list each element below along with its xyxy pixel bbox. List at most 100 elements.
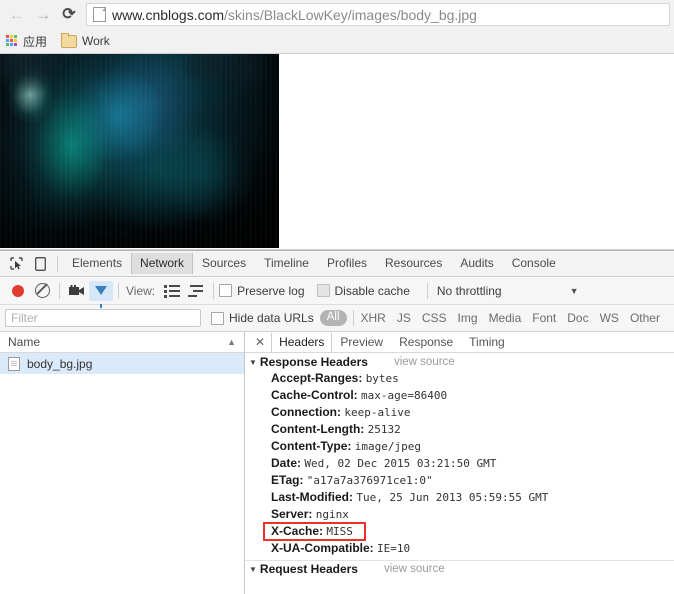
header-name: Connection: [271,405,345,419]
browser-window: ← → ⟳ www.cnblogs.com/skins/BlackLowKey/… [0,0,674,594]
hide-data-urls-group[interactable]: Hide data URLs [211,311,314,325]
bookmark-apps[interactable]: 应用 [6,33,47,50]
request-view-source-link[interactable]: view source [384,563,445,575]
header-name: Content-Length: [271,422,368,436]
type-filter-doc[interactable]: Doc [567,311,588,325]
address-bar[interactable]: www.cnblogs.com/skins/BlackLowKey/images… [86,3,670,26]
view-label: View: [126,283,156,298]
camera-icon [69,285,84,295]
tab-resources[interactable]: Resources [376,253,451,274]
throttling-select-value[interactable]: No throttling [437,284,502,298]
bookmark-work[interactable]: Work [61,32,110,48]
toolbar-divider-3 [118,282,119,299]
type-filter-ws[interactable]: WS [600,311,619,325]
header-row-content-type: Content-Type: image/jpeg [245,438,674,455]
bookmarks-bar: 应用 Work [0,29,674,54]
detail-tab-timing[interactable]: Timing [461,333,513,352]
headers-content: ▼ Response Headers view source Accept-Ra… [245,353,674,594]
phone-glyph [34,256,46,271]
record-button[interactable] [6,280,30,302]
header-row-x-cache: X-Cache: MISS [245,522,674,541]
tab-console[interactable]: Console [503,253,565,274]
request-headers-title: Request Headers [259,562,358,576]
detail-tab-preview[interactable]: Preview [332,333,391,352]
header-name: Content-Type: [271,439,355,453]
type-filter-xhr[interactable]: XHR [361,311,386,325]
header-name: Cache-Control: [271,388,361,402]
detail-tab-headers[interactable]: Headers [271,332,333,352]
filter-toggle-button[interactable] [89,280,113,308]
header-value: bytes [365,372,399,385]
preserve-log-checkbox[interactable] [219,284,233,297]
view-waterfall-button[interactable] [184,280,208,302]
tab-timeline[interactable]: Timeline [255,253,318,274]
header-row-date: Date: Wed, 02 Dec 2015 03:21:50 GMT [245,455,674,472]
body-bg-image [0,54,279,248]
record-dot-icon [12,284,24,297]
hide-data-urls-checkbox[interactable] [211,311,224,325]
url-text: www.cnblogs.com/skins/BlackLowKey/images… [112,8,477,22]
detail-tab-response[interactable]: Response [391,333,461,352]
type-filter-js[interactable]: JS [397,311,411,325]
reload-button[interactable]: ⟳ [56,2,82,28]
inspect-element-icon[interactable] [4,253,28,275]
type-filter-img[interactable]: Img [458,311,478,325]
page-viewport [0,54,674,250]
request-name: body_bg.jpg [27,356,93,371]
type-filter-css[interactable]: CSS [422,311,447,325]
header-name: ETag: [271,473,307,487]
network-list-header[interactable]: Name ▲ [0,332,244,353]
devtools-tabstrip: Elements Network Sources Timeline Profil… [0,251,674,277]
response-headers-section-header[interactable]: ▼ Response Headers view source [245,354,674,370]
chevron-down-icon[interactable]: ▼ [570,286,579,296]
triangle-down-icon: ▼ [249,564,257,574]
funnel-icon [95,286,107,308]
header-name: Last-Modified: [271,490,357,504]
type-filter-all[interactable]: All [319,310,347,326]
detail-tabstrip: ✕ Headers Preview Response Timing [245,332,674,353]
tab-network[interactable]: Network [131,253,194,274]
network-request-list: Name ▲ body_bg.jpg [0,332,245,594]
header-value: MISS [326,525,353,538]
header-row-cache-control: Cache-Control: max-age=86400 [245,387,674,404]
hide-data-urls-label: Hide data URLs [229,311,314,325]
view-list-button[interactable] [160,280,184,302]
capture-screenshots-button[interactable] [65,280,89,302]
type-filter-font[interactable]: Font [532,311,556,325]
close-icon[interactable]: ✕ [249,335,271,349]
page-document-icon [93,7,106,22]
forward-button[interactable]: → [30,2,56,28]
response-view-source-link[interactable]: view source [394,356,455,368]
column-header-name: Name [8,335,41,349]
toolbar-divider [57,255,58,272]
header-value: nginx [315,508,349,521]
folder-icon [61,32,78,48]
table-row[interactable]: body_bg.jpg [0,353,244,374]
toolbar-divider-2 [59,282,60,299]
type-filter-media[interactable]: Media [489,311,522,325]
header-row-x-ua-compatible: X-UA-Compatible: IE=10 [245,540,674,557]
filter-input[interactable] [5,309,201,327]
preserve-log-checkbox-group[interactable]: Preserve log [219,284,305,298]
request-headers-section-header[interactable]: ▼ Request Headers view source [245,560,674,577]
toolbar-divider-5 [426,282,428,299]
browser-toolbar: ← → ⟳ www.cnblogs.com/skins/BlackLowKey/… [0,0,674,29]
disable-cache-checkbox[interactable] [316,284,330,297]
tab-audits[interactable]: Audits [451,253,502,274]
header-row-connection: Connection: keep-alive [245,404,674,421]
tab-sources[interactable]: Sources [193,253,255,274]
disable-cache-checkbox-group[interactable]: Disable cache [316,284,410,298]
header-name: X-UA-Compatible: [271,541,377,555]
back-button[interactable]: ← [4,2,30,28]
waterfall-view-icon [188,284,204,297]
type-filter-other[interactable]: Other [630,311,660,325]
response-headers-title: Response Headers [259,355,368,369]
tab-profiles[interactable]: Profiles [318,253,376,274]
request-detail-pane: ✕ Headers Preview Response Timing ▼ Resp… [245,332,674,594]
tab-elements[interactable]: Elements [63,253,131,274]
device-toolbar-icon[interactable] [28,253,52,275]
triangle-down-icon: ▼ [249,357,257,367]
sort-ascending-icon: ▲ [227,337,236,347]
clear-button[interactable] [30,280,54,302]
header-row-content-length: Content-Length: 25132 [245,421,674,438]
